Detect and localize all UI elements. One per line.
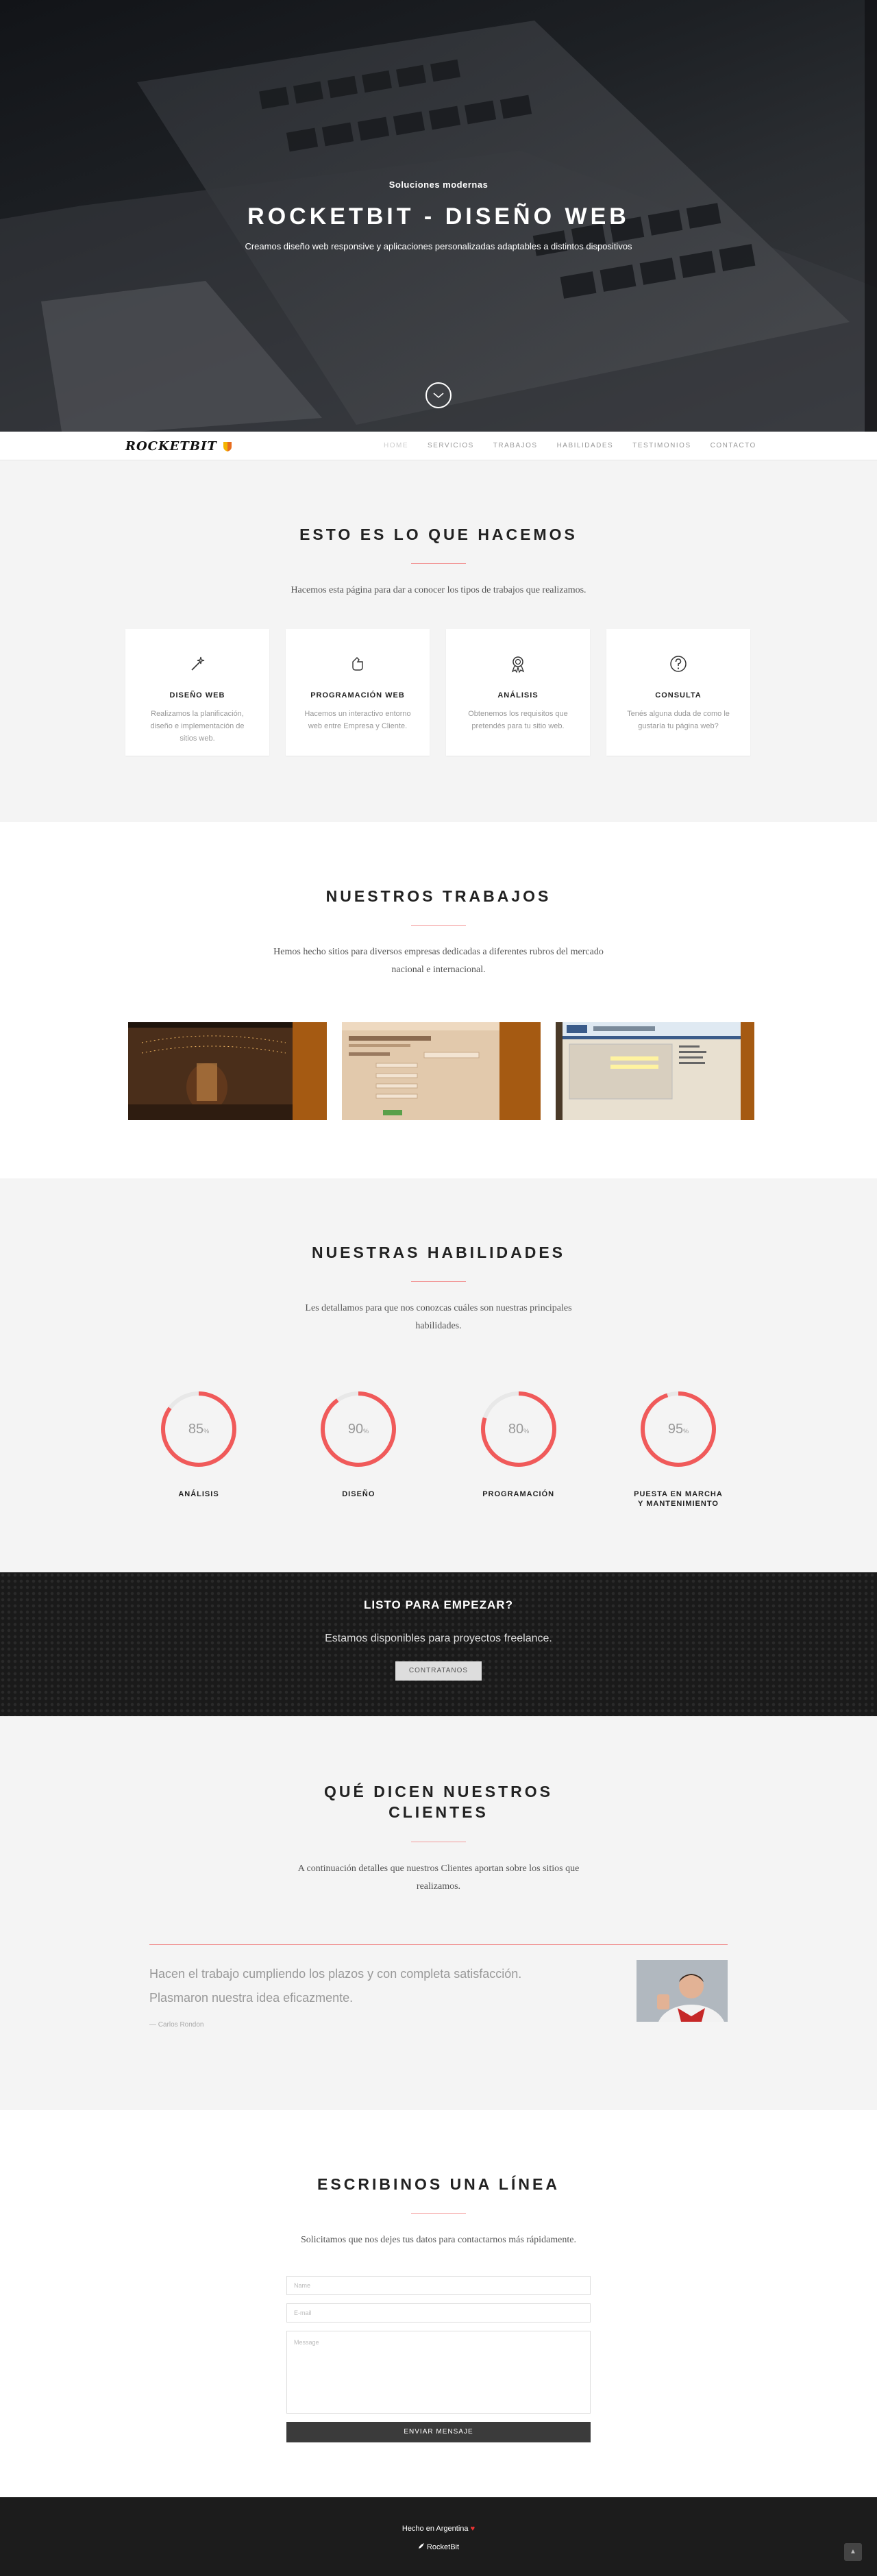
nav-item-trabajos[interactable]: TRABAJOS xyxy=(493,442,538,449)
cta-section: LISTO PARA EMPEZAR? Estamos disponibles … xyxy=(0,1572,877,1716)
ring-value: 85% xyxy=(188,1422,209,1437)
question-circle-icon xyxy=(670,656,687,672)
skill-label: PUESTA EN MARCHA Y MANTENIMIENTO xyxy=(634,1490,723,1508)
chevron-down-icon xyxy=(433,393,444,399)
service-card-text: Hacemos un interactivo entorno web entre… xyxy=(304,710,411,730)
works-divider xyxy=(411,925,466,926)
work-screenshot-2 xyxy=(342,1022,541,1120)
work-thumbnail-2[interactable] xyxy=(342,1022,541,1120)
ring-value: 80% xyxy=(508,1422,529,1437)
service-card-programacion: PROGRAMACIÓN WEB Hacemos un interactivo … xyxy=(286,629,430,756)
contact-section: ESCRIBINOS UNA LÍNEA Solicitamos que nos… xyxy=(0,2110,877,2497)
testimonials-title-line2: CLIENTES xyxy=(388,1803,489,1821)
skills-title: NUESTRAS HABILIDADES xyxy=(311,1243,566,1261)
works-lead: Hemos hecho sitios para diversos empresa… xyxy=(273,947,604,975)
nav-item-testimonios[interactable]: TESTIMONIOS xyxy=(632,442,691,449)
service-card-title: DISEÑO WEB xyxy=(169,691,225,699)
hire-us-button[interactable]: CONTRATANOS xyxy=(395,1661,482,1681)
services-divider xyxy=(411,563,466,564)
client-avatar xyxy=(637,1960,728,2022)
site-logo[interactable]: ROCKETBIT xyxy=(125,439,232,454)
contact-form: Name E-mail Message ENVIAR MENSAJE xyxy=(286,2276,591,2442)
services-lead: Hacemos esta página para dar a conocer l… xyxy=(291,585,586,595)
nav-item-habilidades[interactable]: HABILIDADES xyxy=(557,442,614,449)
rocket-shield-icon xyxy=(223,441,232,451)
services-title: ESTO ES LO QUE HACEMOS xyxy=(299,525,578,543)
skill-label: PROGRAMACIÓN xyxy=(482,1490,555,1498)
hero-subtitle: Creamos diseño web responsive y aplicaci… xyxy=(245,241,632,251)
service-card-text: Realizamos la planificación, diseño e im… xyxy=(150,710,245,743)
footer-brand[interactable]: RocketBit xyxy=(0,2542,877,2551)
work-screenshot-3 xyxy=(556,1022,754,1120)
service-card-text: Tenés alguna duda de como le gustaría tu… xyxy=(627,710,730,730)
skill-ring: 85% ANÁLISIS xyxy=(137,1389,260,1509)
chevron-up-icon: ▲ xyxy=(850,2548,856,2555)
hero-kicker: Soluciones modernas xyxy=(388,179,489,190)
contact-divider xyxy=(411,2213,466,2214)
testimonials-title-line1: QUÉ DICEN NUESTROS xyxy=(324,1783,553,1800)
hero-title: ROCKETBIT - DISEÑO WEB xyxy=(247,203,630,230)
nav-item-home[interactable]: HOME xyxy=(384,442,408,449)
service-card-title: ANÁLISIS xyxy=(497,691,539,699)
service-card-title: CONSULTA xyxy=(655,691,702,699)
contact-title: ESCRIBINOS UNA LÍNEA xyxy=(317,2175,560,2193)
testimonial-text: Hacen el trabajo cumpliendo los plazos y… xyxy=(149,1967,522,2005)
ring-value: 90% xyxy=(348,1422,369,1437)
works-title: NUESTROS TRABAJOS xyxy=(325,887,552,905)
main-navbar: ROCKETBIT HOME SERVICIOS TRABAJOS HABILI… xyxy=(0,432,877,460)
message-field[interactable]: Message xyxy=(286,2331,591,2414)
skill-label: DISEÑO xyxy=(342,1490,375,1498)
hero-section: Soluciones modernas ROCKETBIT - DISEÑO W… xyxy=(0,0,877,432)
works-section: NUESTROS TRABAJOS Hemos hecho sitios par… xyxy=(0,822,877,1178)
service-card-consulta: CONSULTA Tenés alguna duda de como le gu… xyxy=(606,629,750,756)
testimonials-section: QUÉ DICEN NUESTROS CLIENTES A continuaci… xyxy=(0,1716,877,2110)
service-card-analisis: ANÁLISIS Obtenemos los requisitos que pr… xyxy=(446,629,590,756)
skill-progress-ring: 80% xyxy=(480,1391,556,1467)
skill-progress-ring: 95% xyxy=(640,1391,716,1467)
nav-item-servicios[interactable]: SERVICIOS xyxy=(428,442,474,449)
testimonial-quote: Hacen el trabajo cumpliendo los plazos y… xyxy=(149,1944,728,2029)
award-icon xyxy=(511,656,525,673)
testimonial-photo xyxy=(637,1960,728,2022)
contact-lead: Solicitamos que nos dejes tus datos para… xyxy=(300,2235,576,2245)
skills-divider xyxy=(411,1281,466,1282)
testimonial-author: — Carlos Rondon xyxy=(149,2021,204,2029)
scroll-down-button[interactable] xyxy=(425,382,452,408)
service-card-diseno: DISEÑO WEB Realizamos la planificación, … xyxy=(125,629,269,756)
logo-text: ROCKETBIT xyxy=(125,439,217,454)
nav-menu: HOME SERVICIOS TRABAJOS HABILIDADES TEST… xyxy=(384,442,776,449)
work-thumbnail-1[interactable] xyxy=(128,1022,327,1120)
skills-section: NUESTRAS HABILIDADES Les detallamos para… xyxy=(0,1178,877,1572)
service-card-title: PROGRAMACIÓN WEB xyxy=(310,691,405,699)
skill-ring: 95% PUESTA EN MARCHA Y MANTENIMIENTO xyxy=(617,1389,740,1509)
magic-wand-icon xyxy=(191,656,205,671)
skill-progress-ring: 90% xyxy=(321,1391,397,1467)
cta-text: Estamos disponibles para proyectos freel… xyxy=(325,1633,552,1644)
footer-made-text: Hecho en Argentina xyxy=(402,2525,469,2533)
work-thumbnail-3[interactable] xyxy=(556,1022,754,1120)
back-to-top-button[interactable]: ▲ xyxy=(844,2543,862,2561)
services-section: ESTO ES LO QUE HACEMOS Hacemos esta pági… xyxy=(0,460,877,822)
work-screenshot-1 xyxy=(128,1022,327,1120)
rocket-icon xyxy=(418,2543,424,2549)
skill-ring: 80% PROGRAMACIÓN xyxy=(457,1389,580,1509)
name-field[interactable]: Name xyxy=(286,2276,591,2295)
ring-value: 95% xyxy=(668,1422,689,1437)
testimonials-lead: A continuación detalles que nuestros Cli… xyxy=(297,1863,580,1892)
send-message-button[interactable]: ENVIAR MENSAJE xyxy=(286,2422,591,2442)
service-card-text: Obtenemos los requisitos que pretendés p… xyxy=(468,710,568,730)
cta-title: LISTO PARA EMPEZAR? xyxy=(364,1598,513,1611)
site-footer: Hecho en Argentina ♥ RocketBit ▲ xyxy=(0,2497,877,2576)
skill-ring: 90% DISEÑO xyxy=(297,1389,420,1509)
skills-lead: Les detallamos para que nos conozcas cuá… xyxy=(305,1303,572,1331)
skill-progress-ring: 85% xyxy=(161,1391,236,1467)
email-field[interactable]: E-mail xyxy=(286,2303,591,2323)
footer-made-in: Hecho en Argentina ♥ xyxy=(0,2525,877,2533)
footer-brand-text: RocketBit xyxy=(426,2543,460,2551)
heart-icon: ♥ xyxy=(470,2525,475,2533)
skill-label: ANÁLISIS xyxy=(178,1490,219,1498)
code-hand-icon xyxy=(352,657,363,671)
nav-item-contacto[interactable]: CONTACTO xyxy=(711,442,756,449)
testimonials-title: QUÉ DICEN NUESTROS CLIENTES xyxy=(0,1781,877,1822)
